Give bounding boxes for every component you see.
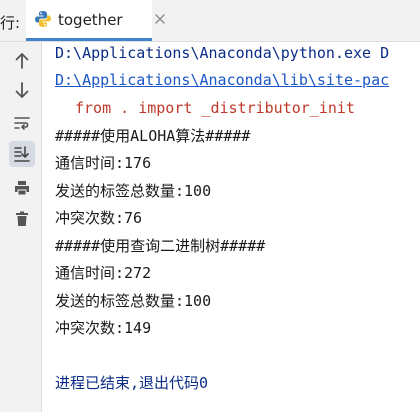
- console-line: #####使用ALOHA算法#####: [55, 127, 251, 145]
- console-line: 通信时间:272: [55, 264, 152, 282]
- console-line: 冲突次数:149: [55, 319, 152, 337]
- trash-icon: [16, 211, 28, 226]
- console-line: 通信时间:176: [55, 154, 152, 172]
- tab-together[interactable]: together: [26, 0, 165, 41]
- soft-wrap-icon: [14, 117, 30, 130]
- run-tabbar: 行: together: [0, 0, 420, 42]
- python-icon: [35, 11, 51, 27]
- soft-wrap-button[interactable]: [9, 110, 35, 136]
- console-line: 发送的标签总数量:100: [55, 292, 212, 310]
- console-output[interactable]: D:\Applications\Anaconda\python.exe D D:…: [42, 42, 420, 412]
- console-line-command: D:\Applications\Anaconda\python.exe D: [55, 44, 390, 62]
- print-button[interactable]: [9, 175, 35, 201]
- print-icon: [15, 181, 29, 196]
- close-icon[interactable]: [154, 13, 166, 25]
- clear-all-button[interactable]: [9, 206, 35, 232]
- console-line-exit: 进程已结束,退出代码0: [55, 374, 209, 392]
- console-line: #####使用查询二进制树#####: [55, 237, 266, 255]
- console-toolbar: [0, 42, 42, 412]
- down-arrow-button[interactable]: [9, 77, 35, 103]
- scroll-to-end-button[interactable]: [9, 141, 35, 167]
- run-window-label: 行:: [0, 14, 21, 32]
- console-line: 冲突次数:76: [55, 209, 143, 227]
- down-arrow-icon: [15, 82, 29, 98]
- console-line: 发送的标签总数量:100: [55, 182, 212, 200]
- up-arrow-icon: [15, 53, 29, 69]
- console-line-warning: from . import _distributor_init: [75, 99, 355, 117]
- up-arrow-button[interactable]: [9, 48, 35, 74]
- scroll-to-end-icon: [14, 146, 30, 162]
- tab-label: together: [58, 11, 123, 29]
- console-line-link[interactable]: D:\Applications\Anaconda\lib\site-pac: [55, 70, 389, 90]
